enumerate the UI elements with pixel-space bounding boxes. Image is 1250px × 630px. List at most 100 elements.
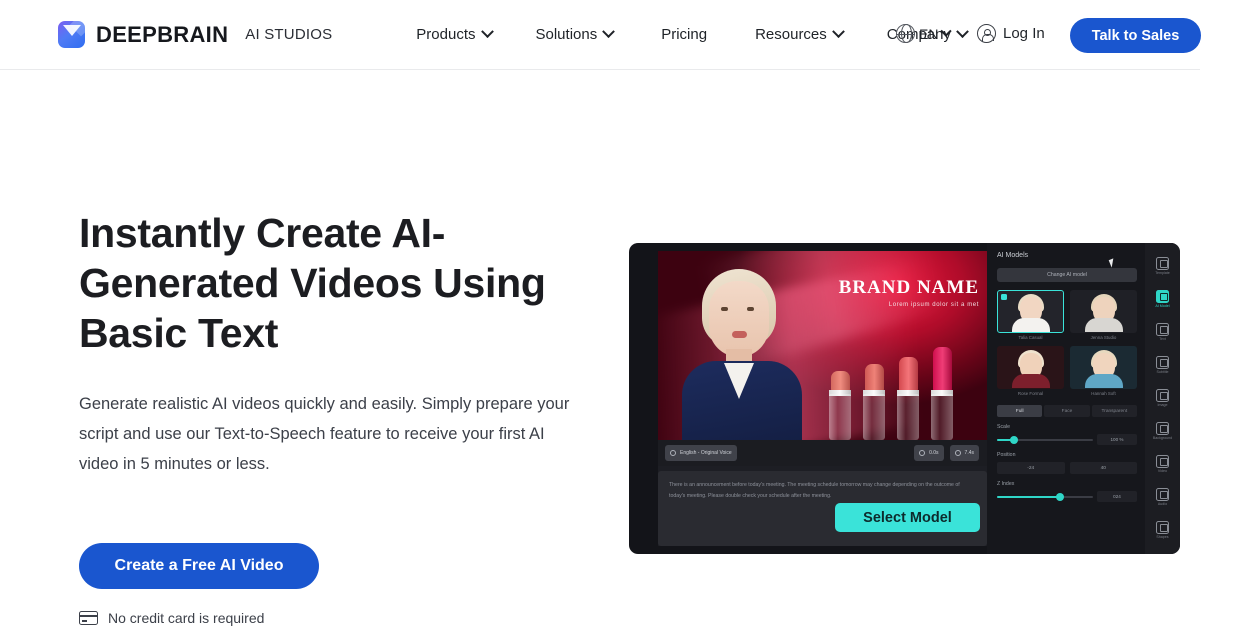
nav-item-resources[interactable]: Resources (733, 25, 865, 43)
position-y-field[interactable]: 40 (1069, 462, 1137, 474)
rail-item-video[interactable]: Video (1145, 447, 1180, 480)
brand-name-text: BRAND NAME (838, 277, 979, 298)
presenter-face (709, 281, 769, 357)
slider-fill (997, 495, 1061, 498)
model-thumbnail (1070, 346, 1137, 389)
model-card[interactable]: Talia Casual (997, 290, 1064, 340)
login-button[interactable]: Log In (977, 24, 1045, 43)
nav-label: Products (416, 26, 476, 43)
editor-stage: BRAND NAME Lorem ipsum dolor sit a met E… (658, 251, 987, 546)
nav-label: Resources (755, 26, 827, 43)
ai-presenter-avatar (676, 265, 808, 440)
language-code: EN (919, 25, 939, 42)
site-header: DEEPBRAIN AI STUDIOS Products Solutions … (0, 0, 1201, 70)
segment-full[interactable]: Full (997, 405, 1043, 417)
lipstick-bullet (898, 357, 918, 391)
z-index-value-field[interactable]: 024 (1097, 491, 1137, 502)
rail-item-subtitle[interactable]: Subtitle (1145, 348, 1180, 381)
talk-to-sales-button[interactable]: Talk to Sales (1070, 18, 1201, 53)
lipstick-tube (897, 394, 919, 440)
lipstick-bullet (932, 347, 952, 391)
globe-icon (895, 23, 916, 44)
background-icon (1156, 421, 1169, 435)
chevron-down-icon (602, 25, 616, 39)
presenter-eye-left (721, 307, 728, 311)
voice-language-chip[interactable]: English - Original Voice (665, 445, 737, 461)
model-grid: Talia Casual Jenna Studio Rose Formal Ha… (997, 290, 1137, 396)
user-circle-icon (977, 24, 996, 43)
slider-knob[interactable] (1056, 492, 1065, 501)
z-index-slider[interactable] (997, 492, 1093, 502)
nav-item-pricing[interactable]: Pricing (635, 26, 733, 43)
rail-item-background[interactable]: Background (1145, 414, 1180, 447)
rail-item-ai-model[interactable]: AI Model (1145, 282, 1180, 315)
clip-duration-label: 0.0s (929, 450, 939, 456)
subtitle-icon (1156, 355, 1169, 369)
scale-slider[interactable] (997, 435, 1093, 445)
rail-label: Text (1159, 336, 1166, 341)
model-torso (1084, 318, 1123, 332)
segment-transparent[interactable]: Transparent (1091, 405, 1137, 417)
brand-subname: AI STUDIOS (245, 26, 333, 43)
brand-tagline-text: Lorem ipsum dolor sit a met (888, 302, 979, 308)
hero-copy: Instantly Create AI-Generated Videos Usi… (79, 208, 589, 626)
z-index-control: 024 (997, 491, 1137, 502)
model-name: Talia Casual (1018, 335, 1043, 340)
clip-duration-chip[interactable]: 0.0s (914, 445, 944, 461)
rail-label: Image (1157, 402, 1168, 407)
scale-value-field[interactable]: 100 % (1097, 434, 1137, 445)
model-torso (1011, 318, 1050, 332)
model-crop-segmented-control: Full Face Transparent (997, 405, 1137, 417)
editor-sidebar-rail: Template AI Model Text Subtitle Image Ba… (1145, 243, 1180, 554)
page-title: Instantly Create AI-Generated Videos Usi… (79, 210, 546, 356)
selected-badge-icon (1001, 294, 1007, 300)
rail-label: Audio (1157, 501, 1168, 506)
audio-icon (1156, 487, 1169, 501)
model-card[interactable]: Rose Formal (997, 346, 1064, 396)
rail-item-image[interactable]: Image (1145, 381, 1180, 414)
brand-logo[interactable]: DEEPBRAIN AI STUDIOS (58, 21, 332, 48)
clock-icon (919, 450, 926, 456)
shapes-icon (1156, 520, 1169, 534)
rail-item-template[interactable]: Template (1145, 249, 1180, 282)
chevron-down-icon (831, 25, 845, 39)
ai-models-panel: AI Models Change AI model Talia Casual J (987, 243, 1145, 554)
app-preview: BRAND NAME Lorem ipsum dolor sit a met E… (629, 243, 1180, 554)
slider-knob[interactable] (1010, 435, 1019, 444)
model-card[interactable]: Jenna Studio (1070, 290, 1137, 340)
position-control: -24 40 (997, 462, 1137, 474)
rail-item-text[interactable]: Text (1145, 315, 1180, 348)
model-card[interactable]: Hannah Soft (1070, 346, 1137, 396)
position-x-field[interactable]: -24 (997, 462, 1065, 474)
nav-item-products[interactable]: Products (394, 25, 513, 43)
model-torso (1084, 374, 1123, 388)
rail-label: Shapes (1156, 534, 1169, 539)
scale-label: Scale (997, 424, 1010, 430)
change-ai-model-button[interactable]: Change AI model (997, 268, 1137, 282)
rail-item-shapes[interactable]: Shapes (1145, 513, 1180, 546)
create-free-ai-video-button[interactable]: Create a Free AI Video (79, 543, 319, 589)
rail-label: Template (1155, 270, 1170, 275)
chevron-down-icon (940, 25, 953, 37)
rail-label: AI Model (1155, 303, 1170, 308)
video-toolbar: English - Original Voice 0.0s 7.4s (658, 440, 987, 466)
language-selector[interactable]: EN (895, 23, 953, 44)
video-icon (1156, 454, 1169, 468)
voice-language-label: English - Original Voice (680, 450, 732, 456)
ai-model-icon (1156, 289, 1169, 303)
lipstick-bullet (864, 364, 884, 391)
select-model-button[interactable]: Select Model (835, 503, 980, 532)
total-duration-chip[interactable]: 7.4s (949, 445, 979, 461)
nav-label: Pricing (661, 26, 708, 43)
scale-control: 100 % (997, 434, 1137, 445)
credit-card-icon (79, 611, 98, 625)
video-canvas[interactable]: BRAND NAME Lorem ipsum dolor sit a met (658, 251, 987, 440)
lipstick-tube (829, 394, 851, 440)
segment-face[interactable]: Face (1044, 405, 1090, 417)
clock-icon (954, 450, 961, 456)
brand-name-overlay: BRAND NAME Lorem ipsum dolor sit a met (839, 277, 979, 308)
nav-item-solutions[interactable]: Solutions (514, 25, 636, 43)
rail-item-audio[interactable]: Audio (1145, 480, 1180, 513)
image-icon (1156, 388, 1169, 402)
total-duration-label: 7.4s (964, 450, 974, 456)
